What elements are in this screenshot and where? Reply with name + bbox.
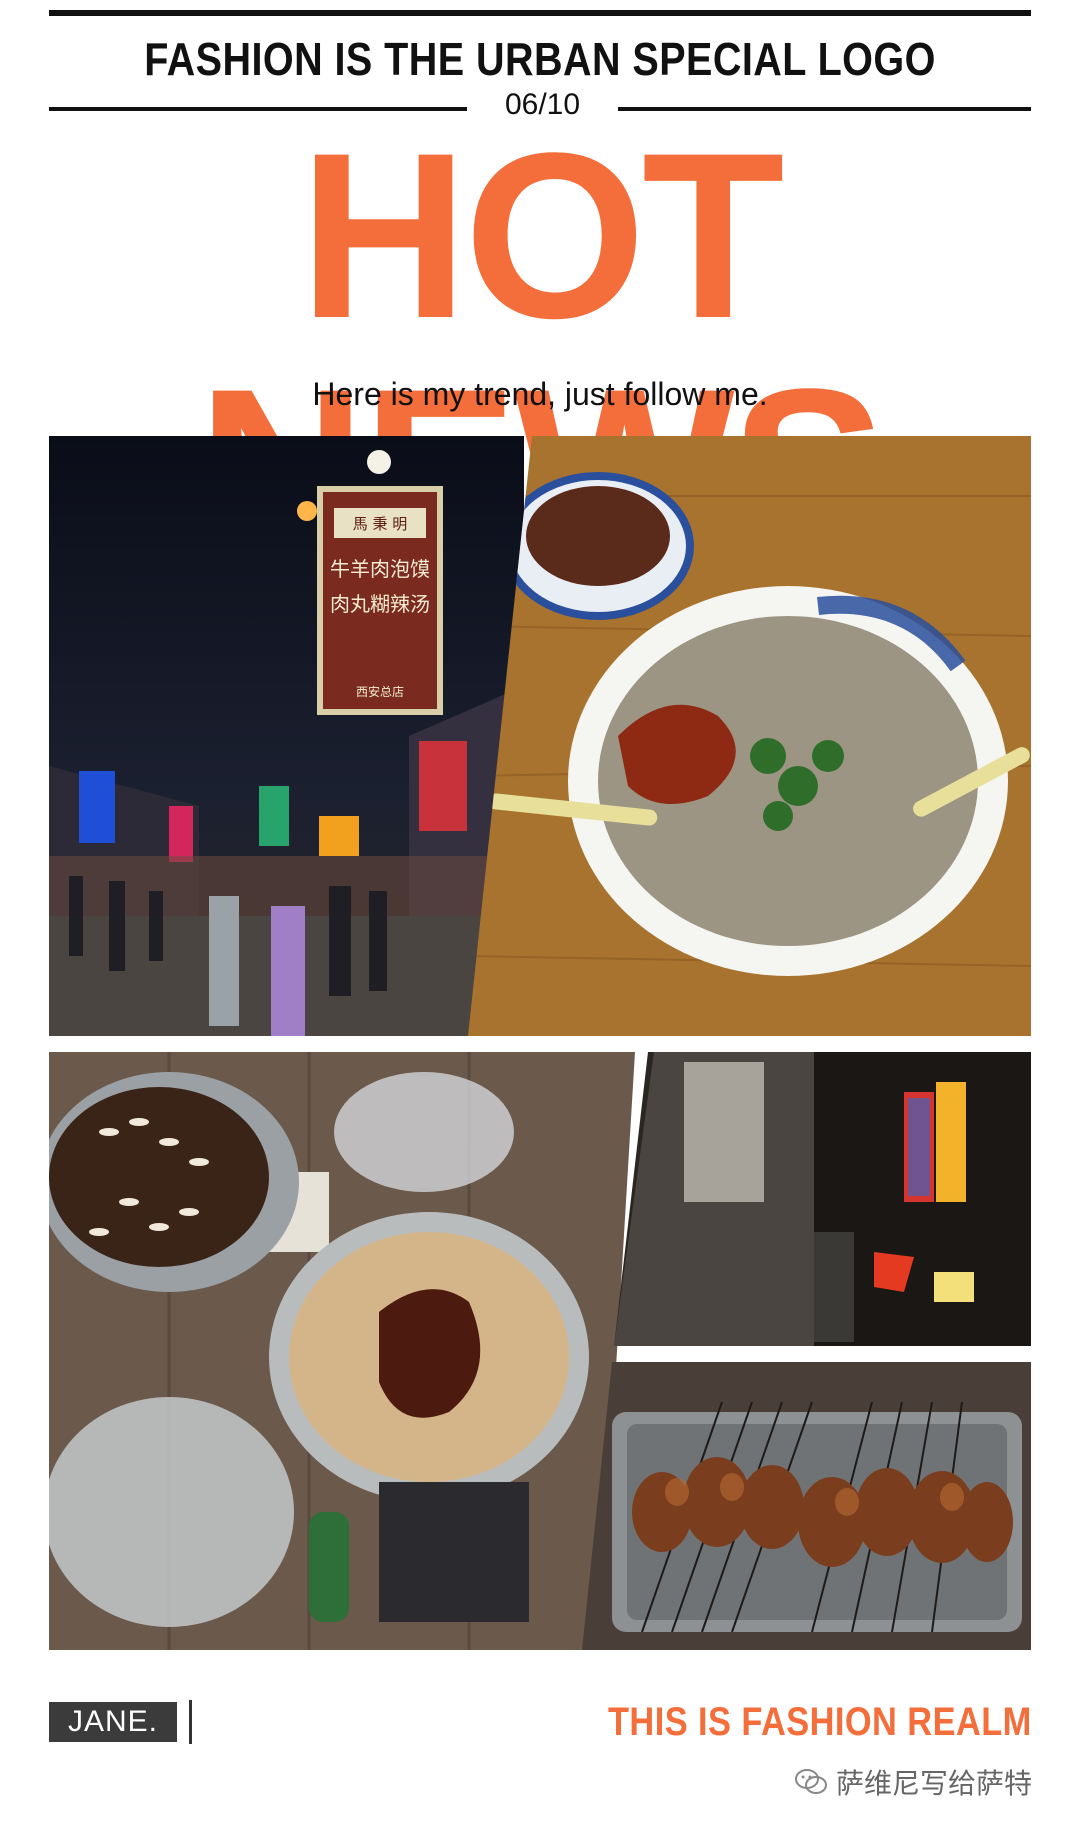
sign-title: 馬 秉 明	[353, 515, 408, 533]
tagline: Here is my trend, just follow me.	[312, 376, 768, 412]
photo-noodle-bowls	[49, 1052, 635, 1650]
footer-title: THIS IS FASHION REALM	[608, 1700, 1032, 1744]
svg-text:肉丸糊辣汤: 肉丸糊辣汤	[330, 592, 430, 616]
sign-subtitle: 西安总店	[356, 684, 404, 699]
photo-soup-bowl	[468, 436, 1031, 1036]
brand-divider	[189, 1700, 192, 1744]
svg-text:牛羊肉泡馍: 牛羊肉泡馍	[330, 557, 430, 581]
photo-night-market-street: 馬 秉 明 牛羊肉泡馍 肉丸糊辣汤 西安总店	[49, 436, 524, 1036]
kicker-title: FASHION IS THE URBAN SPECIAL LOGO	[144, 33, 936, 85]
watermark: 萨维尼写给萨特	[794, 1762, 1032, 1802]
brand-label: JANE.	[49, 1702, 177, 1742]
photo-lamb-skewers	[582, 1362, 1031, 1650]
photo-alley-neon	[614, 1052, 1031, 1346]
wechat-icon	[794, 1769, 827, 1794]
top-rule	[49, 10, 1031, 16]
watermark-text: 萨维尼写给萨特	[835, 1768, 1032, 1799]
